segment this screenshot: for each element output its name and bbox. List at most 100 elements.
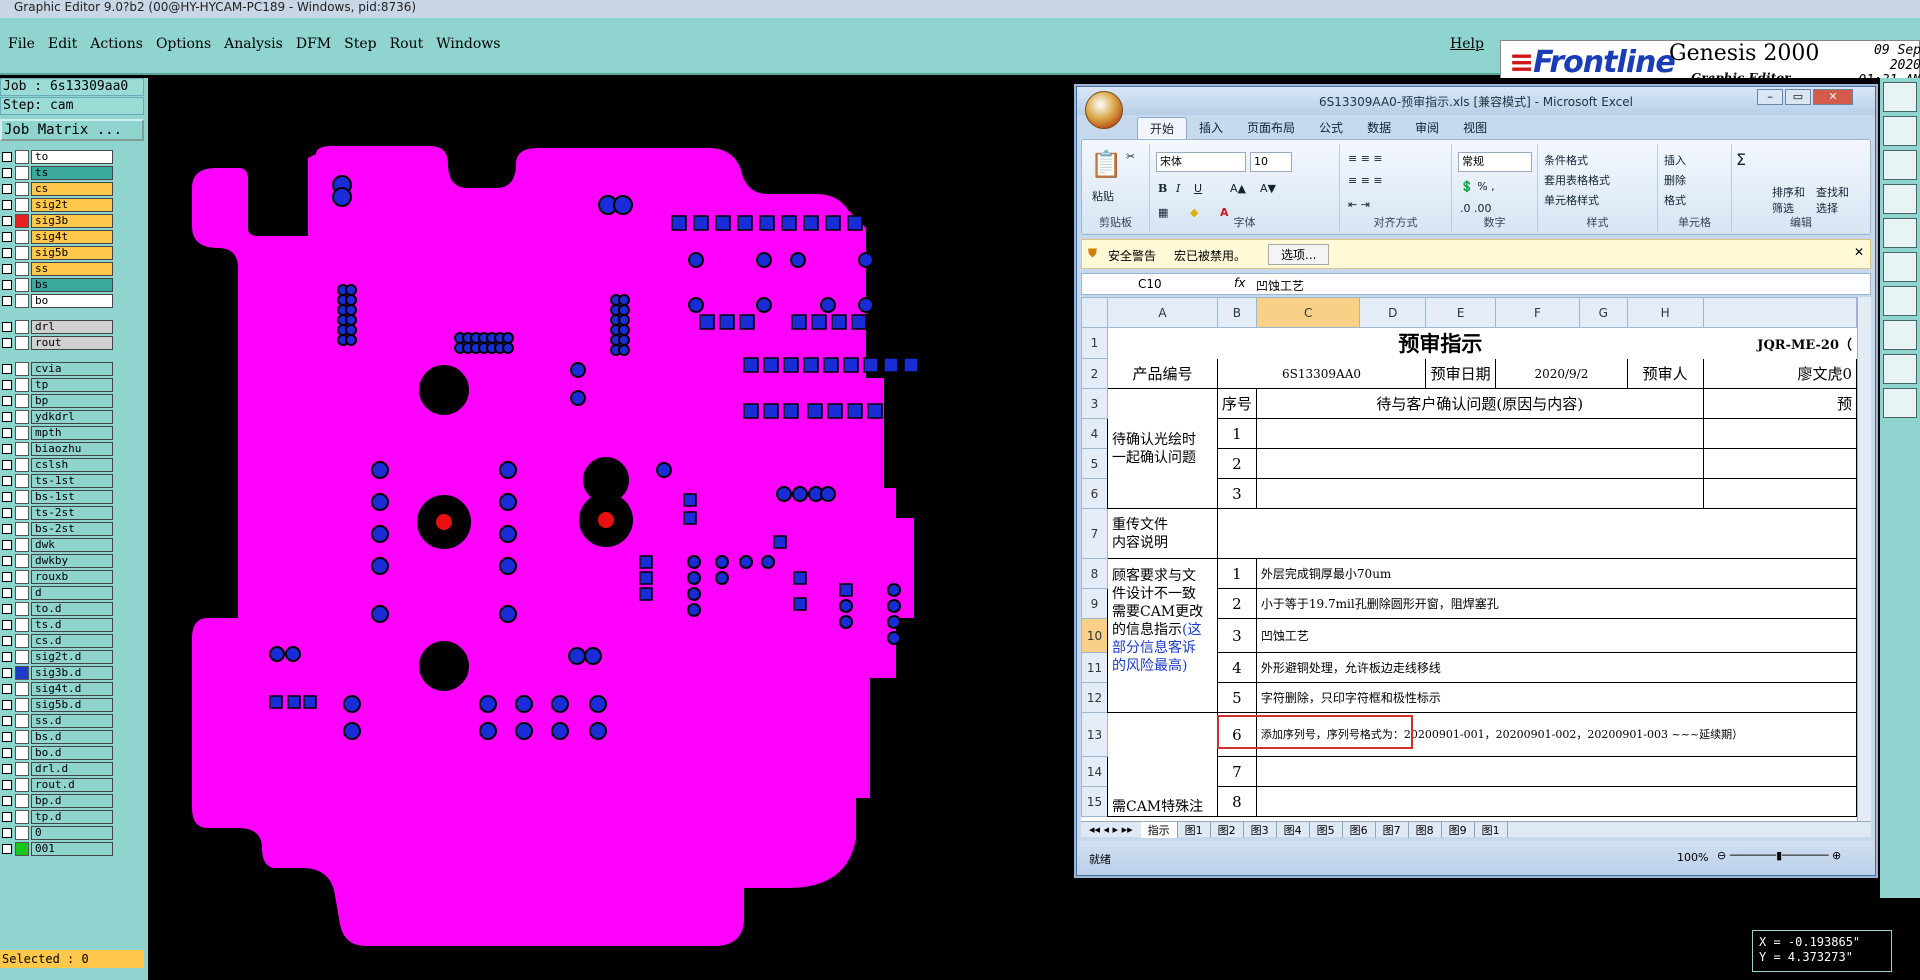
layer-name[interactable]: drl <box>31 320 113 334</box>
layer-row[interactable]: cvia <box>0 361 118 377</box>
layer-row[interactable]: ts-1st <box>0 473 118 489</box>
format-cells-button[interactable]: 格式 <box>1664 192 1686 208</box>
via-pad[interactable] <box>345 294 357 306</box>
layer-color-swatch[interactable] <box>15 426 29 440</box>
layer-checkbox[interactable] <box>2 684 12 694</box>
item-text[interactable] <box>1255 756 1857 787</box>
item-no[interactable]: 5 <box>1216 682 1257 713</box>
square-pad[interactable] <box>823 357 839 373</box>
group1-label[interactable]: 待确认光绘时 一起确认问题 <box>1106 388 1218 509</box>
number-format-select[interactable]: 常规 <box>1458 152 1532 172</box>
row-header[interactable]: 13 <box>1081 712 1108 757</box>
layer-checkbox[interactable] <box>2 216 12 226</box>
layer-name[interactable]: drl.d <box>31 762 113 776</box>
square-pad[interactable] <box>671 215 687 231</box>
square-pad[interactable] <box>811 314 827 330</box>
paste-icon[interactable]: 📋 <box>1090 150 1122 180</box>
col-header-g[interactable]: G <box>1578 297 1628 328</box>
layer-row[interactable]: bs <box>0 277 118 293</box>
layer-name[interactable]: ts <box>31 166 113 180</box>
round-pad[interactable] <box>371 557 389 575</box>
square-pad[interactable] <box>803 215 819 231</box>
layer-checkbox[interactable] <box>2 572 12 582</box>
layer-row[interactable]: sig4t <box>0 229 118 245</box>
via-pad[interactable] <box>618 324 630 336</box>
layer-checkbox[interactable] <box>2 476 12 486</box>
round-pad[interactable] <box>715 555 729 569</box>
item-no[interactable]: 4 <box>1216 652 1257 683</box>
layer-name[interactable]: ss.d <box>31 714 113 728</box>
layer-row[interactable]: dwkby <box>0 553 118 569</box>
layer-name[interactable]: 0 <box>31 826 113 840</box>
sheet-tab[interactable]: 图6 <box>1343 821 1376 838</box>
layer-row[interactable]: bs.d <box>0 729 118 745</box>
layer-checkbox[interactable] <box>2 460 12 470</box>
layer-row[interactable]: sig3b.d <box>0 665 118 681</box>
layer-name[interactable]: cs.d <box>31 634 113 648</box>
row-header[interactable]: 7 <box>1081 508 1108 559</box>
layer-checkbox[interactable] <box>2 396 12 406</box>
row-header[interactable]: 2 <box>1081 358 1108 389</box>
layer-name[interactable]: ts-2st <box>31 506 113 520</box>
layer-row[interactable]: drl <box>0 319 118 335</box>
via-pad[interactable] <box>618 304 630 316</box>
round-pad[interactable] <box>839 615 853 629</box>
date-label[interactable]: 预审日期 <box>1425 358 1497 389</box>
round-pad[interactable] <box>269 646 285 662</box>
layer-color-swatch[interactable] <box>15 410 29 424</box>
menu-edit[interactable]: Edit <box>44 36 86 52</box>
layer-name[interactable]: sig2t <box>31 198 113 212</box>
percent-button[interactable]: 💲 % , <box>1460 180 1495 193</box>
layer-checkbox[interactable] <box>2 200 12 210</box>
layer-name[interactable]: bo.d <box>31 746 113 760</box>
square-pad[interactable] <box>303 695 317 709</box>
square-pad[interactable] <box>269 695 283 709</box>
row-header[interactable]: 9 <box>1081 588 1108 619</box>
layer-color-swatch[interactable] <box>15 810 29 824</box>
via-pad[interactable] <box>345 314 357 326</box>
item-no[interactable]: 1 <box>1216 558 1257 589</box>
round-pad[interactable] <box>715 571 729 585</box>
font-name-select[interactable]: 宋体 <box>1156 152 1246 172</box>
pre-item-text[interactable] <box>1255 448 1704 479</box>
layer-color-swatch[interactable] <box>15 506 29 520</box>
layer-checkbox[interactable] <box>2 492 12 502</box>
layer-color-swatch[interactable] <box>15 378 29 392</box>
round-pad[interactable] <box>570 390 586 406</box>
tool-icon-6[interactable] <box>1883 252 1917 282</box>
layer-checkbox[interactable] <box>2 380 12 390</box>
round-pad[interactable] <box>551 722 569 740</box>
layer-name[interactable]: sig4t <box>31 230 113 244</box>
round-pad[interactable] <box>687 603 701 617</box>
ribbon-tab[interactable]: 审阅 <box>1403 117 1451 139</box>
layer-checkbox[interactable] <box>2 264 12 274</box>
paste-button[interactable]: 粘贴 <box>1092 188 1114 204</box>
round-pad[interactable] <box>551 695 569 713</box>
layer-name[interactable]: tp <box>31 378 113 392</box>
layer-row[interactable]: bs-1st <box>0 489 118 505</box>
square-pad[interactable] <box>843 357 859 373</box>
sort-filter-button[interactable]: 排序和 筛选 <box>1772 184 1805 216</box>
square-pad[interactable] <box>743 357 759 373</box>
layer-row[interactable]: ts-2st <box>0 505 118 521</box>
layer-checkbox[interactable] <box>2 248 12 258</box>
round-pad[interactable] <box>687 587 701 601</box>
layer-color-swatch[interactable] <box>15 618 29 632</box>
layer-name[interactable]: bs <box>31 278 113 292</box>
layer-row[interactable]: sig3b <box>0 213 118 229</box>
layer-row[interactable]: 001 <box>0 841 118 857</box>
layer-color-swatch[interactable] <box>15 666 29 680</box>
sheet-tab[interactable]: 图8 <box>1409 821 1442 838</box>
reviewer-value[interactable]: 廖文虎0 <box>1702 358 1857 389</box>
layer-row[interactable]: to <box>0 149 118 165</box>
group3-label[interactable]: 顾客要求与文 件设计不一致 需要CAM更改 的信息指示(这 部分信息客诉 的风险最高) <box>1106 558 1218 713</box>
square-pad[interactable] <box>783 357 799 373</box>
via-pad[interactable] <box>618 314 630 326</box>
layer-row[interactable]: bs-2st <box>0 521 118 537</box>
square-pad[interactable] <box>287 695 301 709</box>
round-pad[interactable] <box>343 695 361 713</box>
layer-name[interactable]: sig5b <box>31 246 113 260</box>
via-pad[interactable] <box>618 334 630 346</box>
layer-name[interactable]: biaozhu <box>31 442 113 456</box>
layer-row[interactable]: dwk <box>0 537 118 553</box>
